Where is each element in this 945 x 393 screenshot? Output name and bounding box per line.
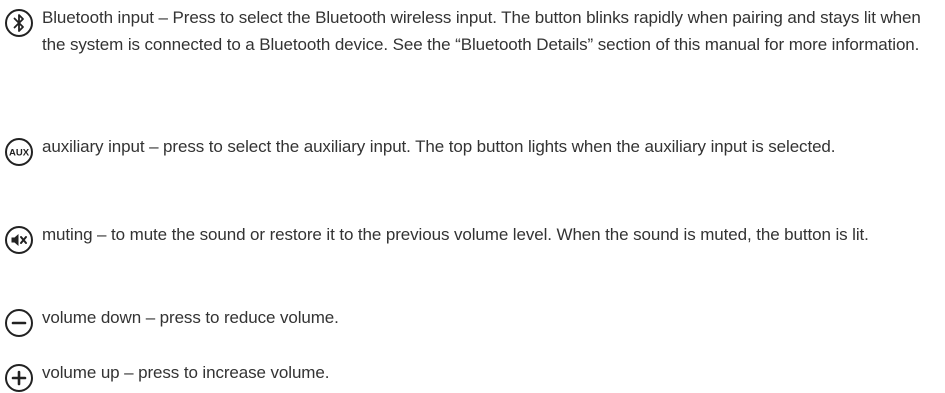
plus-icon	[4, 363, 34, 393]
control-description: auxiliary input – press to select the au…	[42, 137, 836, 156]
aux-icon-label: AUX	[9, 148, 30, 159]
control-description: Bluetooth input – Press to select the Bl…	[42, 8, 921, 54]
control-description: volume up – press to increase volume.	[42, 363, 330, 382]
aux-icon: AUX	[4, 137, 34, 167]
mute-icon	[4, 225, 34, 255]
minus-icon	[4, 308, 34, 338]
control-description: muting – to mute the sound or restore it…	[42, 225, 869, 244]
bluetooth-icon	[4, 8, 34, 38]
control-description: volume down – press to reduce volume.	[42, 308, 339, 327]
